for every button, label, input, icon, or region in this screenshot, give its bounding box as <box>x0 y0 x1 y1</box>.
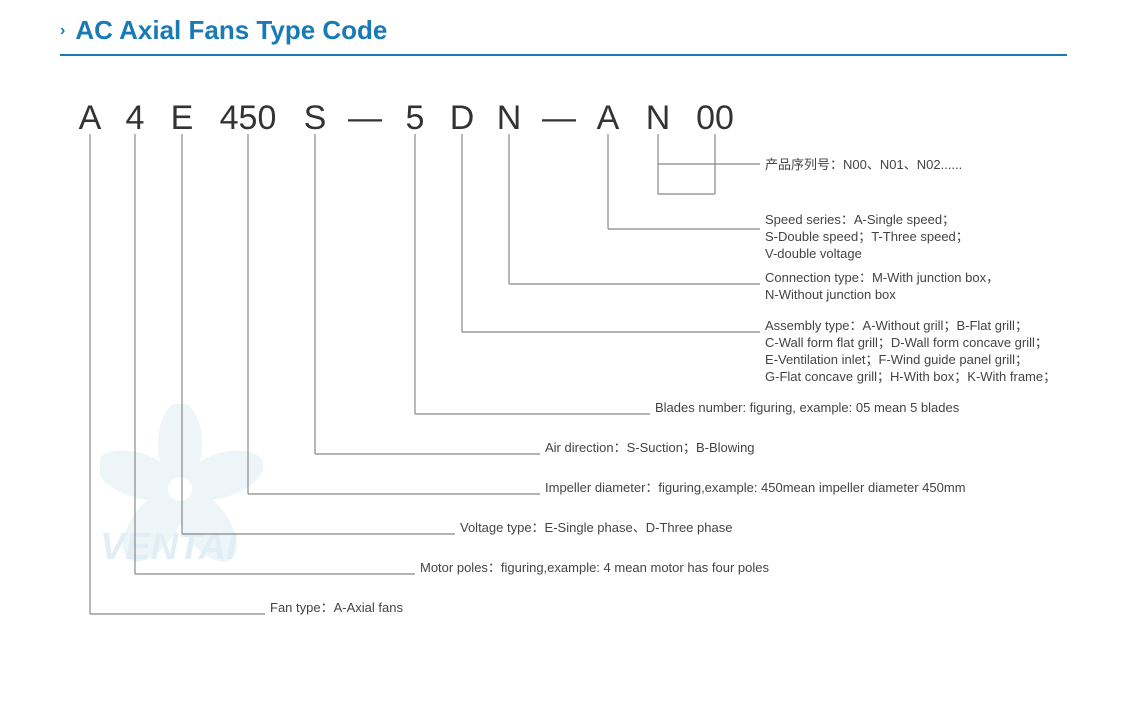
code-S: S <box>304 99 327 137</box>
annotation-speed-2: S-Double speed；T-Three speed； <box>765 229 969 245</box>
code-5: 5 <box>406 99 425 137</box>
code-E: E <box>171 99 194 137</box>
annotation-assembly-3: E-Ventilation inlet；F-Wind guide panel g… <box>765 352 1028 368</box>
code-N1: N <box>497 99 522 137</box>
code-450: 450 <box>220 99 277 137</box>
page-title: AC Axial Fans Type Code <box>75 15 387 46</box>
annotation-motor: Motor poles：figuring,example: 4 mean mot… <box>420 560 770 575</box>
annotation-product-series: 产品序列号：N00、N01、N02...... <box>765 157 962 172</box>
code-A2: A <box>597 99 620 137</box>
annotation-assembly-2: C-Wall form flat grill；D-Wall form conca… <box>765 335 1048 351</box>
annotation-speed-1: Speed series：A-Single speed； <box>765 212 955 228</box>
annotation-connection-1: Connection type：M-With junction box， <box>765 270 999 285</box>
annotation-air: Air direction：S-Suction；B-Blowing <box>545 440 755 456</box>
annotation-assembly-1: Assembly type：A-Without grill；B-Flat gri… <box>765 318 1028 334</box>
page-container: › AC Axial Fans Type Code VENTAI A <box>0 0 1127 711</box>
code-00: 00 <box>696 99 734 137</box>
annotation-blades: Blades number: figuring, example: 05 mea… <box>655 400 960 415</box>
code-dash1: — <box>348 99 382 137</box>
annotation-speed-3: V-double voltage <box>765 246 862 261</box>
annotation-connection-2: N-Without junction box <box>765 287 896 302</box>
header-divider <box>60 54 1067 56</box>
annotation-impeller: Impeller diameter：figuring,example: 450m… <box>545 480 966 495</box>
annotation-fan-type: Fan type：A-Axial fans <box>270 600 403 615</box>
code-N2: N <box>646 99 671 137</box>
type-code-diagram: A 4 E 450 S — 5 D N — A N 00 产品序列号：N00、N… <box>60 74 1067 634</box>
annotation-assembly-4: G-Flat concave grill；H-With box；K-With f… <box>765 369 1056 385</box>
code-4: 4 <box>126 99 145 137</box>
header: › AC Axial Fans Type Code <box>60 15 1067 46</box>
annotation-voltage: Voltage type：E-Single phase、D-Three phas… <box>460 520 732 535</box>
chevron-icon: › <box>60 22 65 40</box>
code-dash2: — <box>542 99 576 137</box>
code-A1: A <box>79 99 102 137</box>
diagram-area: VENTAI A 4 E 450 S — 5 D N — A N 00 <box>60 74 1067 634</box>
code-D: D <box>450 99 475 137</box>
